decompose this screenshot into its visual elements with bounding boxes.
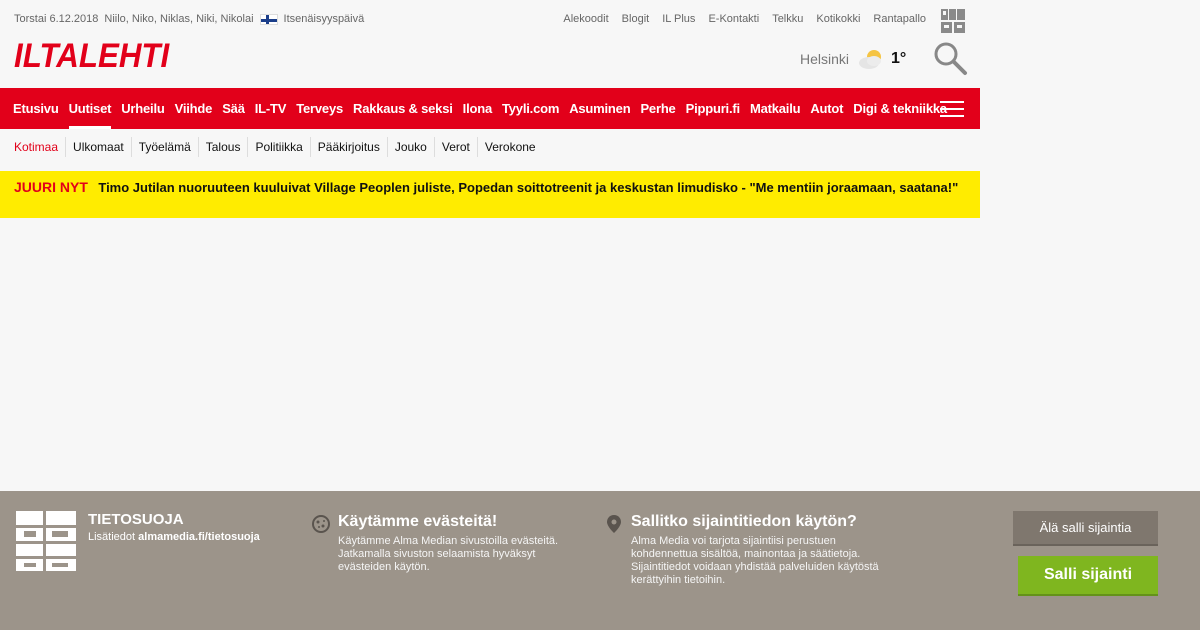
nav-autot[interactable]: Autot	[810, 88, 843, 129]
subnav-paakirjoitus[interactable]: Pääkirjoitus	[309, 137, 387, 157]
privacy-more-prefix: Lisätiedot	[88, 531, 136, 543]
privacy-title: TIETOSUOJA	[88, 511, 184, 528]
nav-tyyli[interactable]: Tyyli.com	[502, 88, 559, 129]
location-notice: Sallitko sijaintitiedon käytön? Alma Med…	[604, 513, 894, 587]
namedays-text: Niilo, Niko, Niklas, Niki, Nikolai	[104, 13, 254, 25]
subnav-talous[interactable]: Talous	[197, 137, 248, 157]
date-text: Torstai 6.12.2018	[14, 13, 99, 25]
breaking-news-banner[interactable]: JUURI NYT Timo Jutilan nuoruuteen kuului…	[0, 171, 980, 218]
top-bar: Torstai 6.12.2018 Niilo, Niko, Niklas, N…	[0, 0, 980, 40]
nav-uutiset[interactable]: Uutiset	[68, 88, 111, 129]
cookie-icon	[312, 515, 330, 533]
toplink-kotikokki[interactable]: Kotikokki	[816, 13, 860, 25]
subnav-verot[interactable]: Verot	[433, 137, 477, 157]
toplink-il-plus[interactable]: IL Plus	[662, 13, 695, 25]
location-text: Alma Media voi tarjota sijaintiisi perus…	[631, 535, 879, 586]
nav-saa[interactable]: Sää	[222, 88, 245, 129]
breaking-label: JUURI NYT	[14, 179, 88, 195]
cookie-text: Käytämme Alma Median sivustoilla evästei…	[338, 535, 559, 573]
nav-terveys[interactable]: Terveys	[296, 88, 343, 129]
top-links: Alekoodit Blogit IL Plus E-Kontakti Telk…	[550, 13, 926, 25]
nav-urheilu[interactable]: Urheilu	[121, 88, 165, 129]
search-icon[interactable]	[932, 40, 968, 76]
subnav-verokone[interactable]: Verokone	[476, 137, 543, 157]
allow-location-button[interactable]: Salli sijainti	[1018, 556, 1158, 596]
nav-viihde[interactable]: Viihde	[175, 88, 213, 129]
nav-rakkaus-seksi[interactable]: Rakkaus & seksi	[353, 88, 453, 129]
location-title: Sallitko sijaintitiedon käytön?	[631, 513, 857, 530]
subnav-jouko[interactable]: Jouko	[386, 137, 434, 157]
finnish-flag-icon	[259, 13, 278, 25]
breaking-headline[interactable]: Timo Jutilan nuoruuteen kuuluivat Villag…	[98, 180, 958, 195]
toplink-rantapallo[interactable]: Rantapallo	[873, 13, 926, 25]
nav-asuminen[interactable]: Asuminen	[569, 88, 630, 129]
weather-widget[interactable]: Helsinki 1°	[800, 48, 906, 70]
iltalehti-logo[interactable]: ILTALEHTI	[14, 37, 169, 76]
holiday-text: Itsenäisyyspäivä	[283, 13, 365, 25]
date-info: Torstai 6.12.2018 Niilo, Niko, Niklas, N…	[14, 13, 370, 25]
subnav-tyoelama[interactable]: Työelämä	[130, 137, 198, 157]
cookie-notice: Käytämme evästeitä! Käytämme Alma Median…	[311, 513, 581, 574]
nav-perhe[interactable]: Perhe	[640, 88, 675, 129]
sub-navigation: Kotimaa Ulkomaat Työelämä Talous Politii…	[0, 137, 543, 157]
toplink-alekoodit[interactable]: Alekoodit	[563, 13, 608, 25]
privacy-link[interactable]: almamedia.fi/tietosuoja	[138, 531, 260, 543]
weather-temperature: 1°	[891, 50, 907, 67]
cookie-title: Käytämme evästeitä!	[338, 513, 498, 530]
location-pin-icon	[607, 515, 621, 533]
nav-ilona[interactable]: Ilona	[463, 88, 493, 129]
nav-matkailu[interactable]: Matkailu	[750, 88, 801, 129]
nav-etusivu[interactable]: Etusivu	[13, 88, 59, 129]
privacy-banner: TIETOSUOJA Lisätiedot almamedia.fi/tieto…	[0, 491, 1200, 630]
alma-logo-icon[interactable]	[940, 8, 966, 34]
partly-cloudy-icon	[859, 50, 882, 69]
nav-il-tv[interactable]: IL-TV	[255, 88, 287, 129]
nav-digi-tekniikka[interactable]: Digi & tekniikka	[853, 88, 947, 129]
toplink-telkku[interactable]: Telkku	[772, 13, 803, 25]
toplink-e-kontakti[interactable]: E-Kontakti	[708, 13, 759, 25]
subnav-ulkomaat[interactable]: Ulkomaat	[65, 137, 131, 157]
privacy-info: TIETOSUOJA Lisätiedot almamedia.fi/tieto…	[88, 511, 260, 543]
privacy-more-info: Lisätiedot almamedia.fi/tietosuoja	[88, 531, 260, 543]
subnav-politiikka[interactable]: Politiikka	[247, 137, 309, 157]
menu-icon[interactable]	[940, 101, 964, 117]
subnav-kotimaa[interactable]: Kotimaa	[14, 137, 65, 157]
deny-location-button[interactable]: Älä salli sijaintia	[1013, 511, 1158, 546]
nav-pippuri[interactable]: Pippuri.fi	[686, 88, 741, 129]
toplink-blogit[interactable]: Blogit	[622, 13, 650, 25]
alma-logo-icon	[16, 511, 76, 571]
weather-city: Helsinki	[800, 51, 850, 67]
main-navigation: Etusivu Uutiset Urheilu Viihde Sää IL-TV…	[0, 88, 980, 129]
